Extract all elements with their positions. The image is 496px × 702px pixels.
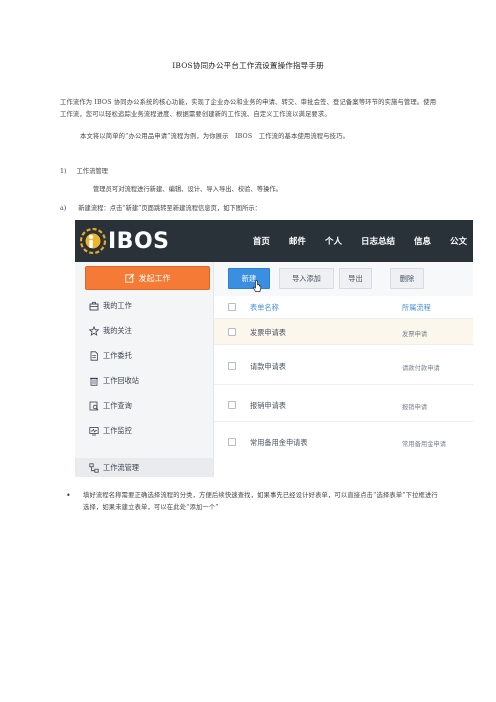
bullet-text: 填好流程名称需要正确选择流程的分类，方便后续快速查找，如果事先已经设计好表单，可… [83,492,438,511]
delete-button[interactable]: 删除 [390,268,424,289]
sidebar: 发起工作 我的工作 我的关注 工作委托 工作回收站 工作查询 工作监控 工作流管… [75,262,214,477]
table-row[interactable]: 请款申请表 请款付款申请 [214,344,473,384]
star-icon [89,326,99,336]
sidebar-item-label: 工作委托 [103,351,132,360]
trash-icon [90,377,98,386]
nav-info[interactable]: 信息 [414,235,431,247]
document-icon [90,351,98,361]
subsection-text: 新建流程：点击“新建”页面跳转至新建流程信息页，如下图所示： [78,205,261,212]
subsection-heading: a) 新建流程：点击“新建”页面跳转至新建流程信息页，如下图所示： [60,203,261,212]
sidebar-item-label: 工作监控 [103,426,132,435]
sidebar-item-label: 我的工作 [103,301,132,310]
top-navigation-bar: IBOS 首页 邮件 个人 日志总结 信息 公文 [75,220,473,262]
sidebar-item-my-work[interactable]: 我的工作 [89,298,132,314]
edit-icon [124,273,134,283]
table-header-row: 表单名称 所属流程 [214,296,473,318]
launch-work-label: 发起工作 [138,273,171,283]
sidebar-item-delegate[interactable]: 工作委托 [89,348,132,364]
app-screenshot: IBOS 首页 邮件 个人 日志总结 信息 公文 发起工作 我的工作 我的关注 [75,220,473,477]
nav-log-summary[interactable]: 日志总结 [361,235,395,247]
sidebar-item-query[interactable]: 工作查询 [89,398,132,414]
row-checkbox[interactable] [228,362,236,370]
example-paragraph: 本文将以简单的“办公用品申请”流程为例，为你展示 IBOS 工作流的基本使用流程… [80,133,350,140]
table-row[interactable]: 常用备用金申请表 常用备用金申请 [214,421,473,461]
table-row[interactable]: 发票申请表 发票申请 [214,318,473,344]
logo-text: IBOS [108,228,170,254]
flow-category: 常用备用金申请 [402,441,447,448]
nav-home[interactable]: 首页 [253,235,270,247]
flow-category: 请款付款申请 [402,365,440,372]
sidebar-item-label: 工作回收站 [103,376,139,385]
import-button[interactable]: 导入添加 [279,268,334,289]
toolbar: 新建 导入添加 导出 删除 [214,262,473,296]
nav-mail[interactable]: 邮件 [289,235,306,247]
section-heading: 1) 工作流管理 [60,166,108,175]
sidebar-item-label: 我的关注 [103,326,132,335]
sidebar-item-monitor[interactable]: 工作监控 [89,423,132,439]
bullet-marker: • [66,491,71,500]
form-name[interactable]: 请款申请表 [250,362,286,372]
form-name[interactable]: 常用备用金申请表 [250,438,308,448]
flow-category: 报销申请 [402,404,428,411]
main-nav: 首页 邮件 个人 日志总结 信息 公文 [234,220,467,262]
intro-paragraph: 工作流作为 IBOS 协同办公系统的核心功能，实现了企业办公和业务的申请、转交、… [60,99,437,118]
launch-work-button[interactable]: 发起工作 [85,266,210,290]
document-title: IBOS协同办公平台工作流设置操作指导手册 [172,61,324,70]
select-all-checkbox[interactable] [228,303,236,311]
section-number: 1) [60,168,67,175]
section-description: 管理员可对流程进行新建、编辑、设计、导入导出、校验、等操作。 [93,186,282,193]
export-button[interactable]: 导出 [339,268,372,289]
column-header-flow[interactable]: 所属流程 [402,303,431,313]
search-doc-icon [89,401,99,411]
form-name[interactable]: 发票申请表 [250,328,286,338]
mouse-cursor-icon [252,280,262,292]
column-header-form-name[interactable]: 表单名称 [250,303,279,313]
bullet-paragraph: • 填好流程名称需要正确选择流程的分类，方便后续快速查找，如果事先已经设计好表单… [60,490,440,513]
table-row[interactable]: 报销申请表 报销申请 [214,384,473,421]
sidebar-item-label: 工作查询 [103,401,132,410]
ibos-logo[interactable]: IBOS [79,226,170,256]
nav-personal[interactable]: 个人 [325,235,342,247]
ibos-logo-icon [79,227,107,255]
row-checkbox[interactable] [228,328,236,336]
monitor-icon [89,427,99,436]
sidebar-item-recycle[interactable]: 工作回收站 [89,373,139,389]
sidebar-item-label: 工作流管理 [103,463,139,472]
nav-documents[interactable]: 公文 [450,235,467,247]
subsection-number: a) [60,205,67,212]
form-name[interactable]: 报销申请表 [250,401,286,411]
flow-icon [89,463,99,473]
section-title: 工作流管理 [76,168,108,175]
sidebar-item-my-follow[interactable]: 我的关注 [89,323,132,339]
sidebar-item-flow-manage[interactable]: 工作流管理 [89,460,139,476]
briefcase-icon [89,301,99,311]
row-checkbox[interactable] [228,438,236,446]
new-button[interactable]: 新建 [228,268,270,289]
flow-category: 发票申请 [402,331,428,338]
row-checkbox[interactable] [228,401,236,409]
